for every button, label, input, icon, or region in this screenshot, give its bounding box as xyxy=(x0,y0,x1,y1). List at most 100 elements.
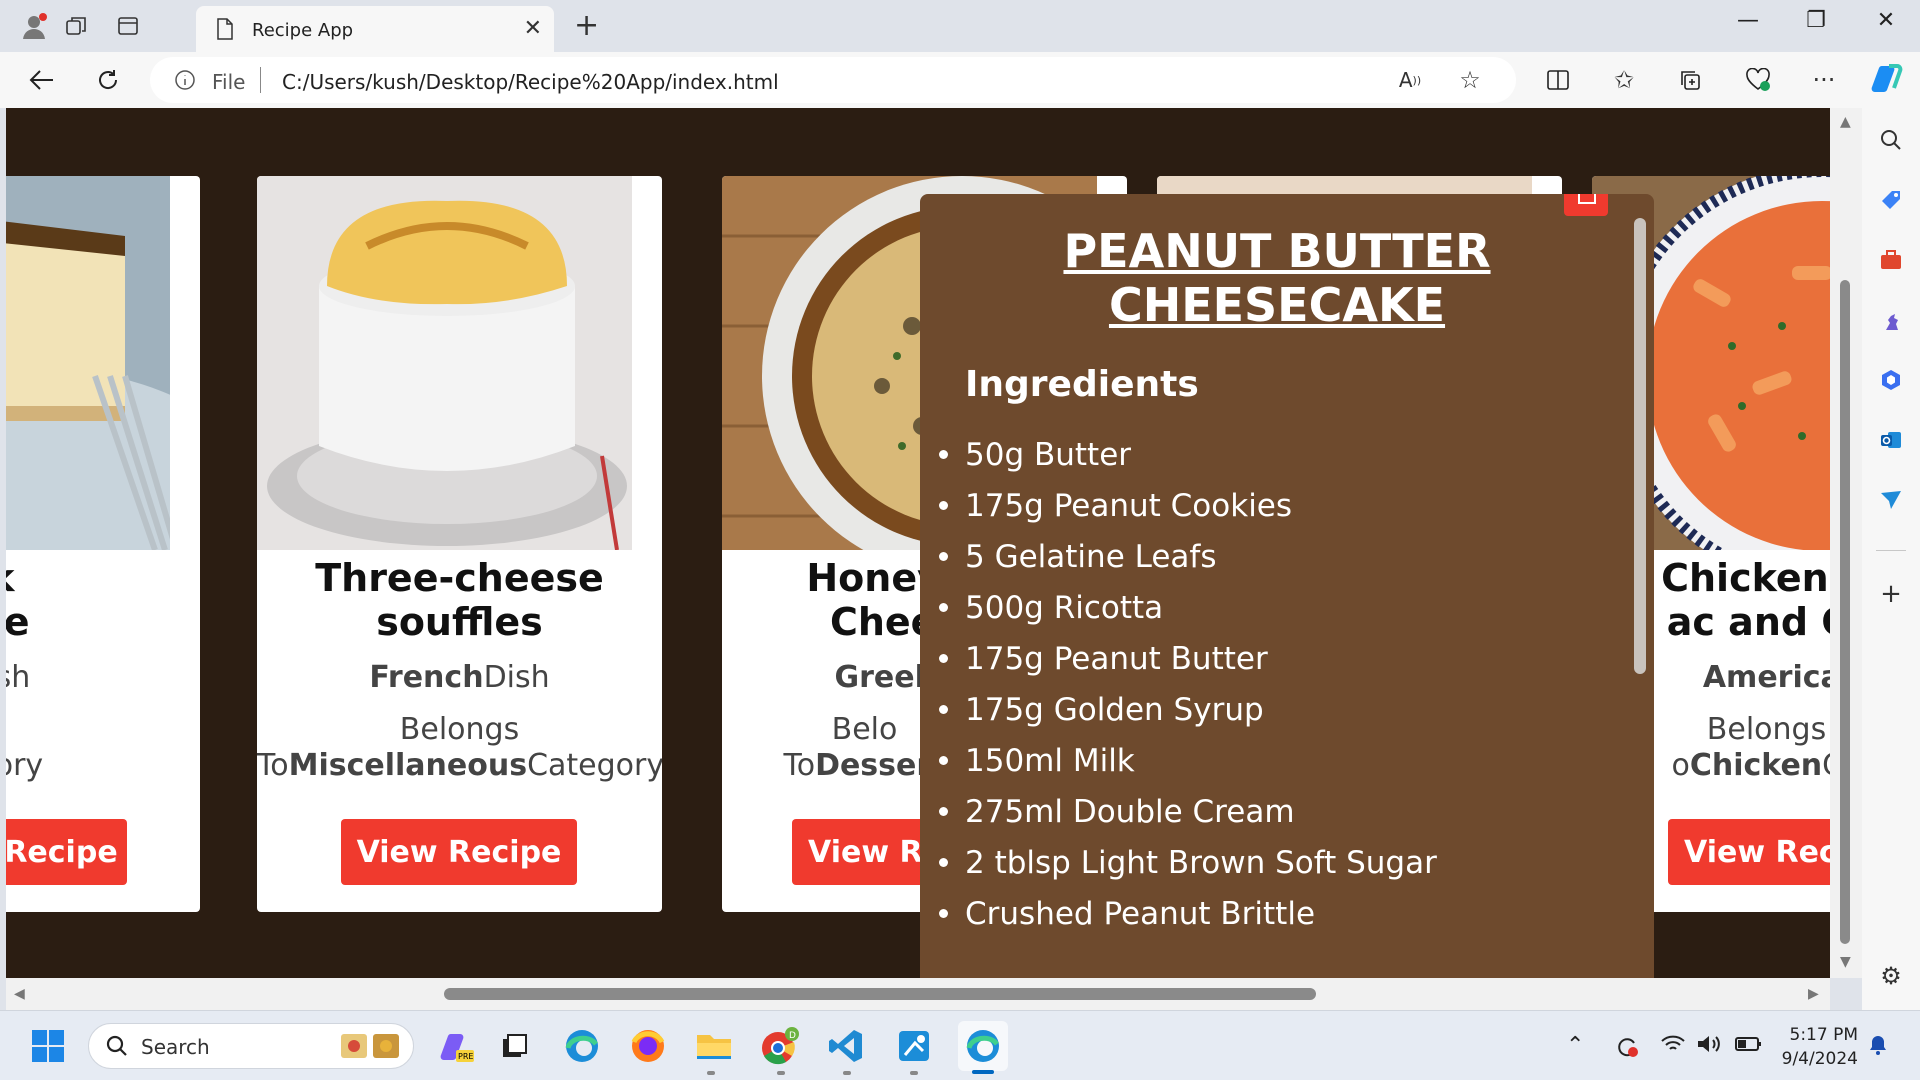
running-indicator xyxy=(707,1071,715,1075)
view-recipe-button[interactable]: View R xyxy=(792,819,932,885)
back-icon[interactable] xyxy=(24,62,60,98)
read-aloud-icon[interactable]: A)) xyxy=(1392,62,1428,98)
ingredient-item: 150ml Milk xyxy=(939,740,1437,791)
page-viewport: York ecake canDish ongs tCategory Recipe… xyxy=(6,108,1830,978)
copilot-pre-icon[interactable]: PRE xyxy=(434,1024,478,1068)
search-icon[interactable] xyxy=(1875,124,1907,156)
new-tab-icon[interactable]: + xyxy=(574,8,599,43)
windows-taskbar: Search PRE D ⌃ 5:17 PM 9/4/2024 xyxy=(0,1010,1920,1080)
horizontal-scroll-thumb[interactable] xyxy=(444,988,1316,1000)
search-icon xyxy=(105,1034,129,1062)
edge-taskbar-icon[interactable] xyxy=(560,1024,604,1068)
tab-recipe-app[interactable]: Recipe App ✕ xyxy=(196,6,554,52)
modal-recipe-title: PEANUT BUTTER CHEESECAKE xyxy=(1063,224,1491,332)
recipe-area: FrenchDish xyxy=(369,660,550,695)
vertical-scroll-thumb[interactable] xyxy=(1840,280,1850,944)
ingredient-item: 5 Gelatine Leafs xyxy=(939,536,1437,587)
info-icon[interactable] xyxy=(174,69,196,95)
show-hidden-icons-chevron-icon[interactable]: ⌃ xyxy=(1566,1033,1584,1058)
recipe-name: York ecake xyxy=(6,556,30,644)
close-window-icon[interactable]: ✕ xyxy=(1866,8,1906,33)
sync-notification-icon[interactable] xyxy=(1614,1033,1640,1065)
split-screen-icon[interactable] xyxy=(1540,62,1576,98)
outlook-icon[interactable] xyxy=(1875,424,1907,456)
recipe-details-modal: PEANUT BUTTER CHEESECAKE Ingredients 50g… xyxy=(920,194,1654,978)
firefox-icon[interactable] xyxy=(626,1024,670,1068)
view-recipe-button[interactable]: Recipe xyxy=(6,819,127,885)
recipe-card: York ecake canDish ongs tCategory Recipe xyxy=(6,176,200,912)
add-sidebar-app-icon[interactable]: + xyxy=(1875,578,1907,610)
ingredient-item: 500g Ricotta xyxy=(939,587,1437,638)
recipe-category: ongs tCategory xyxy=(6,748,44,783)
running-indicator xyxy=(910,1071,918,1075)
active-app-indicator xyxy=(972,1070,994,1074)
recipe-image-souffle xyxy=(257,176,632,550)
browser-title-bar: Recipe App ✕ + — ❐ ✕ xyxy=(0,0,1920,52)
address-separator xyxy=(260,67,261,93)
scroll-down-icon[interactable]: ▼ xyxy=(1840,954,1851,970)
favorite-star-icon[interactable]: ☆ xyxy=(1452,62,1488,98)
tools-briefcase-icon[interactable] xyxy=(1875,244,1907,276)
address-url[interactable]: C:/Users/kush/Desktop/Recipe%20App/index… xyxy=(282,70,779,94)
svg-text:D: D xyxy=(789,1031,796,1041)
system-clock[interactable]: 5:17 PM 9/4/2024 xyxy=(1772,1023,1858,1071)
view-recipe-button[interactable]: View Rec xyxy=(1668,819,1830,885)
games-chess-icon[interactable] xyxy=(1875,304,1907,336)
view-recipe-button[interactable]: View Recipe xyxy=(341,819,577,885)
browser-essentials-icon[interactable] xyxy=(1740,62,1776,98)
restore-icon[interactable]: ❐ xyxy=(1796,8,1836,33)
profile-avatar-icon[interactable] xyxy=(18,10,50,42)
chrome-icon[interactable]: D xyxy=(758,1024,802,1068)
snipping-tool-icon[interactable] xyxy=(892,1024,936,1068)
windows-start-icon[interactable] xyxy=(26,1024,70,1068)
sidebar-separator xyxy=(1876,550,1906,551)
search-placeholder: Search xyxy=(141,1035,210,1059)
ingredient-item: 175g Golden Syrup xyxy=(939,689,1437,740)
scroll-right-icon[interactable]: ▶ xyxy=(1808,986,1819,1002)
ingredient-item: 50g Butter xyxy=(939,434,1437,485)
taskbar-search-box[interactable]: Search xyxy=(88,1023,414,1069)
scroll-left-icon[interactable]: ◀ xyxy=(14,986,25,1002)
close-tab-icon[interactable]: ✕ xyxy=(524,16,542,41)
horizontal-scrollbar[interactable]: ◀ ▶ xyxy=(6,978,1830,1010)
collections-icon[interactable] xyxy=(1672,62,1708,98)
refresh-icon[interactable] xyxy=(90,62,126,98)
minimize-icon[interactable]: — xyxy=(1728,8,1768,33)
recipe-card: Three-cheese souffles FrenchDish Belongs… xyxy=(257,176,662,912)
running-indicator xyxy=(777,1071,785,1075)
sidebar-settings-icon[interactable]: ⚙ xyxy=(1875,960,1907,992)
tab-actions-icon[interactable] xyxy=(112,10,144,42)
battery-icon[interactable] xyxy=(1734,1033,1762,1061)
page-file-icon xyxy=(216,18,234,44)
copilot-icon[interactable] xyxy=(1868,60,1904,96)
ingredient-item: 275ml Double Cream xyxy=(939,791,1437,842)
edge-active-icon[interactable] xyxy=(958,1021,1008,1071)
vertical-scrollbar[interactable]: ▲ ▼ xyxy=(1830,108,1862,978)
modal-close-button[interactable] xyxy=(1564,194,1608,216)
favorites-icon[interactable]: ✩ xyxy=(1606,62,1642,98)
recipe-name: Three-cheese souffles xyxy=(315,556,604,644)
ingredients-list: 50g Butter 175g Peanut Cookies 5 Gelatin… xyxy=(939,434,1437,944)
recipe-area: canDish xyxy=(6,660,31,695)
search-highlight-icon xyxy=(339,1030,401,1066)
shopping-tag-icon[interactable] xyxy=(1875,184,1907,216)
svg-text:PRE: PRE xyxy=(458,1052,473,1061)
ingredient-item: Crushed Peanut Brittle xyxy=(939,893,1437,944)
modal-scrollbar[interactable] xyxy=(1634,218,1646,674)
microsoft-365-icon[interactable] xyxy=(1875,364,1907,396)
task-view-icon[interactable] xyxy=(492,1024,536,1068)
recipe-image-cheesecake xyxy=(6,176,170,550)
notification-bell-icon[interactable] xyxy=(1866,1033,1890,1063)
volume-icon[interactable] xyxy=(1696,1033,1722,1061)
workspaces-icon[interactable] xyxy=(60,10,92,42)
vscode-icon[interactable] xyxy=(824,1024,868,1068)
wifi-icon[interactable] xyxy=(1660,1033,1686,1061)
send-arrow-icon[interactable] xyxy=(1875,484,1907,516)
address-bar[interactable]: File C:/Users/kush/Desktop/Recipe%20App/… xyxy=(150,57,1516,103)
more-options-icon[interactable]: ··· xyxy=(1806,62,1842,98)
ingredients-heading: Ingredients xyxy=(965,364,1199,405)
file-explorer-icon[interactable] xyxy=(692,1024,736,1068)
scroll-up-icon[interactable]: ▲ xyxy=(1840,114,1851,130)
clock-time: 5:17 PM xyxy=(1789,1025,1859,1045)
address-scheme: File xyxy=(212,70,246,94)
